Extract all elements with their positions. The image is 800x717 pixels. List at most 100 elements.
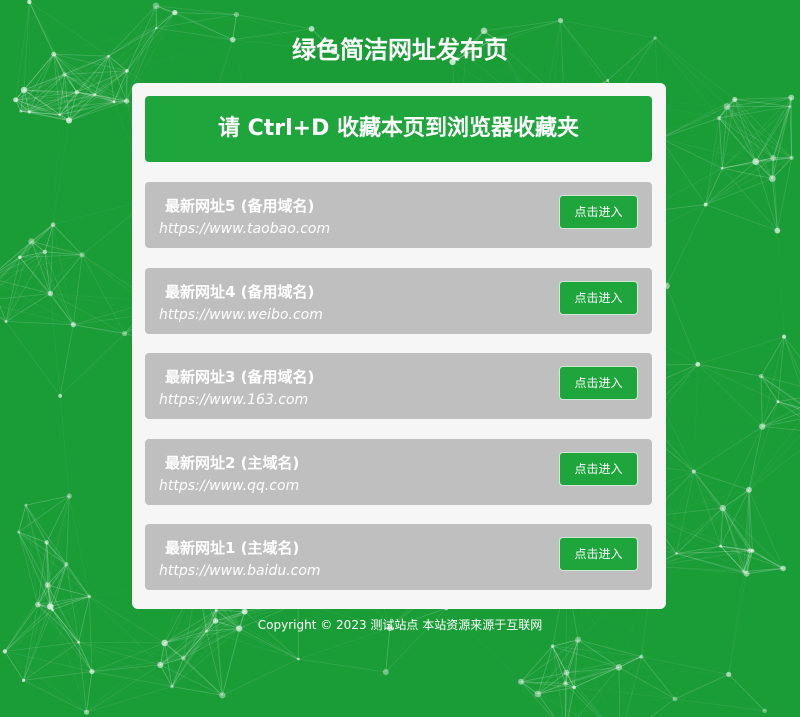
network-line xyxy=(660,137,756,163)
network-node xyxy=(550,644,555,648)
network-node xyxy=(719,544,723,548)
network-line xyxy=(674,674,729,700)
network-node xyxy=(112,100,116,104)
link-row-5: 最新网址5 (备用域名) https://www.taobao.com 点击进入 xyxy=(145,182,652,248)
network-node xyxy=(64,562,69,567)
network-node xyxy=(62,72,67,77)
link-row-2: 最新网址2 (主域名) https://www.qq.com 点击进入 xyxy=(145,439,652,505)
network-line xyxy=(697,363,762,377)
network-line xyxy=(537,646,553,695)
network-node xyxy=(2,649,7,654)
network-node xyxy=(789,155,794,160)
network-line xyxy=(705,204,778,232)
network-node xyxy=(155,26,158,30)
network-line xyxy=(26,396,60,505)
network-node xyxy=(703,202,708,207)
enter-button[interactable]: 点击进入 xyxy=(559,195,638,229)
enter-button[interactable]: 点击进入 xyxy=(559,366,638,400)
network-node xyxy=(77,640,81,644)
network-node xyxy=(575,636,582,643)
network-node xyxy=(58,393,63,398)
network-node xyxy=(534,690,542,698)
network-line xyxy=(5,321,61,397)
network-line xyxy=(640,656,676,700)
network-node xyxy=(758,373,764,379)
network-line xyxy=(755,106,791,162)
network-line xyxy=(666,285,699,365)
network-node xyxy=(51,608,54,612)
link-url: https://www.taobao.com xyxy=(159,221,331,237)
link-name: 最新网址2 (主域名) xyxy=(165,454,300,472)
network-node xyxy=(241,608,248,615)
network-node xyxy=(572,685,576,690)
link-url: https://www.weibo.com xyxy=(159,307,323,323)
network-node xyxy=(719,504,727,512)
link-name: 最新网址1 (主域名) xyxy=(165,539,300,557)
network-node xyxy=(58,113,62,117)
network-line xyxy=(578,640,675,699)
network-line xyxy=(760,376,763,427)
network-line xyxy=(21,111,53,224)
network-node xyxy=(70,322,76,328)
network-node xyxy=(788,105,792,108)
network-line xyxy=(91,642,165,672)
network-node xyxy=(720,166,724,170)
enter-button[interactable]: 点击进入 xyxy=(559,452,638,486)
network-node xyxy=(743,570,750,577)
network-line xyxy=(777,230,785,337)
network-node xyxy=(65,117,73,124)
network-line xyxy=(29,112,53,225)
network-node xyxy=(19,109,23,113)
network-node xyxy=(17,530,21,534)
network-line xyxy=(52,224,74,325)
network-node xyxy=(788,94,795,101)
network-node xyxy=(161,639,168,647)
network-node xyxy=(518,678,524,685)
network-node xyxy=(44,582,51,588)
link-url: https://www.qq.com xyxy=(159,478,300,494)
network-line xyxy=(91,664,161,672)
network-node xyxy=(726,671,732,678)
network-node xyxy=(691,469,696,474)
network-node xyxy=(769,175,776,182)
network-line xyxy=(483,20,561,32)
enter-button[interactable]: 点击进入 xyxy=(559,281,638,315)
network-line xyxy=(86,664,161,713)
network-node xyxy=(89,668,95,675)
network-node xyxy=(770,154,777,161)
network-line xyxy=(697,336,785,365)
network-line xyxy=(652,384,762,426)
network-line xyxy=(86,686,173,713)
network-line xyxy=(761,336,785,427)
network-line xyxy=(666,204,706,287)
enter-button[interactable]: 点击进入 xyxy=(559,537,638,571)
network-node xyxy=(125,68,129,73)
network-node xyxy=(563,681,568,686)
network-line xyxy=(777,157,793,231)
network-node xyxy=(74,89,80,95)
network-line xyxy=(748,489,784,569)
network-node xyxy=(557,17,564,24)
network-node xyxy=(723,103,731,110)
network-line xyxy=(52,120,70,225)
network-node xyxy=(47,290,54,297)
network-node xyxy=(675,552,678,555)
network-node xyxy=(21,678,26,682)
network-node xyxy=(13,97,19,103)
network-node xyxy=(170,684,174,689)
network-line xyxy=(25,504,47,543)
network-line xyxy=(760,375,800,404)
link-row-4: 最新网址4 (备用域名) https://www.weibo.com 点击进入 xyxy=(145,268,652,334)
network-node xyxy=(615,664,623,671)
link-name: 最新网址3 (备用域名) xyxy=(165,368,315,386)
link-card: 请 Ctrl+D 收藏本页到浏览器收藏夹 最新网址5 (备用域名) https:… xyxy=(132,83,666,609)
network-node xyxy=(606,78,610,82)
network-node xyxy=(639,654,644,659)
footer-copyright: Copyright © 2023 测试站点 本站资源来源于互联网 xyxy=(257,618,543,632)
network-node xyxy=(747,548,753,554)
network-node xyxy=(42,249,48,254)
network-line xyxy=(722,507,784,569)
network-node xyxy=(732,96,738,102)
network-node xyxy=(87,594,92,599)
network-line xyxy=(674,698,765,712)
